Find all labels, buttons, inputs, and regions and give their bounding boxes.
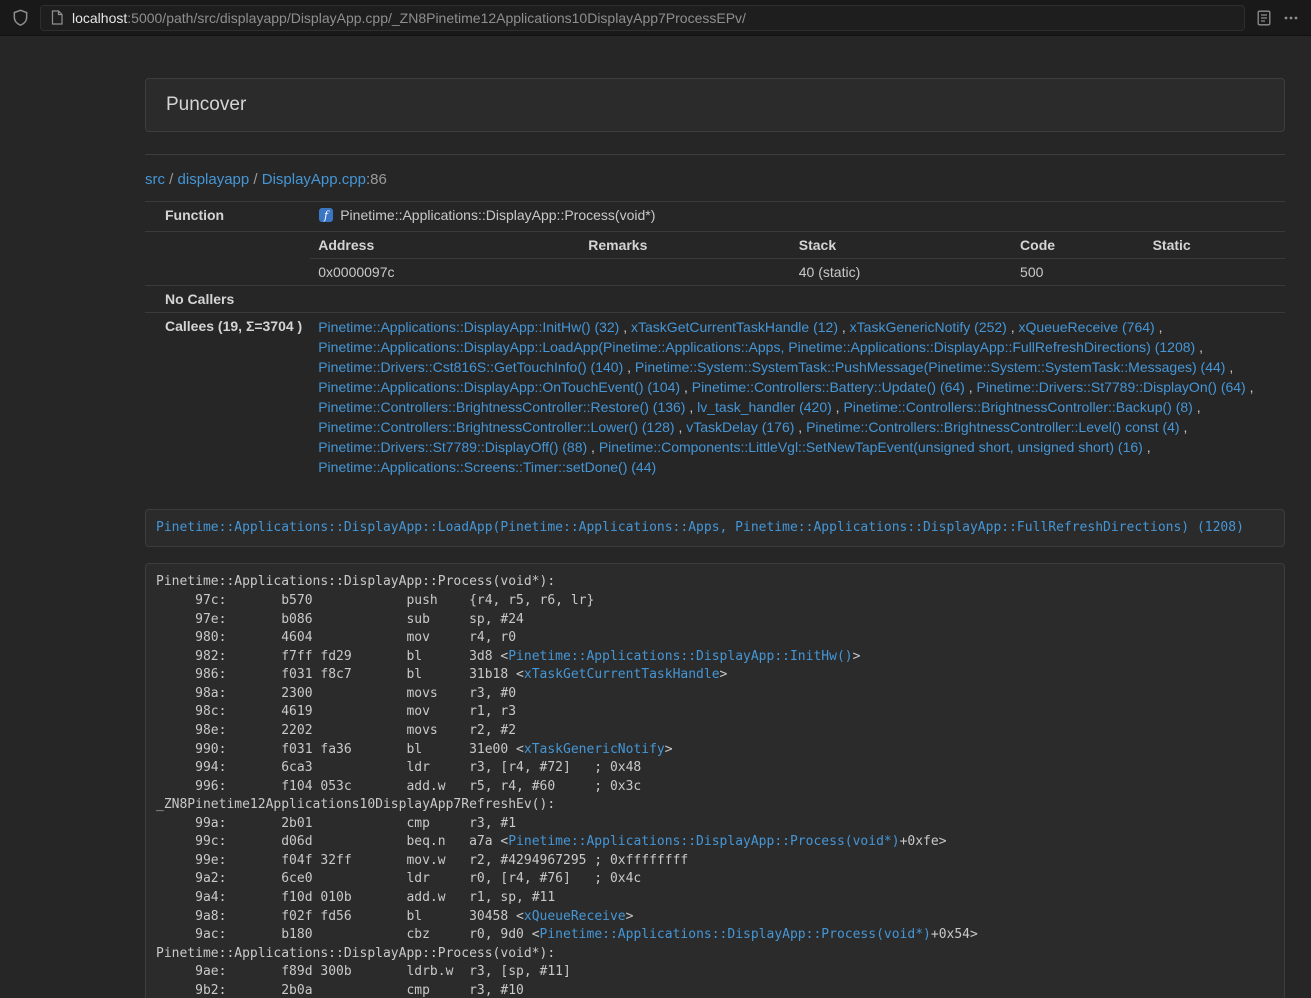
divider — [145, 154, 1285, 155]
callee-link[interactable]: lv_task_handler (420) — [697, 399, 832, 415]
callee-link[interactable]: Pinetime::Applications::DisplayApp::Init… — [318, 319, 619, 335]
callee-link[interactable]: Pinetime::System::SystemTask::PushMessag… — [635, 359, 1226, 375]
stats-cell: Address Remarks Stack Code Static 0x0000… — [310, 232, 1285, 286]
stat-stack: 40 (static) — [791, 259, 1012, 286]
selected-symbol-link[interactable]: Pinetime::Applications::DisplayApp::Load… — [156, 520, 1244, 535]
breadcrumb: src / displayapp / DisplayApp.cpp:86 — [145, 171, 1285, 188]
callee-link[interactable]: Pinetime::Applications::DisplayApp::OnTo… — [318, 379, 680, 395]
callee-link[interactable]: Pinetime::Drivers::St7789::DisplayOff() … — [318, 439, 587, 455]
col-code: Code — [1012, 232, 1145, 259]
function-row: Function f Pinetime::Applications::Displ… — [145, 202, 1285, 232]
stats-header-row: Address Remarks Stack Code Static — [310, 232, 1285, 259]
no-callers-cell — [310, 286, 1285, 313]
url-path: :5000/path/src/displayapp/DisplayApp.cpp… — [127, 10, 746, 26]
callee-link[interactable]: xQueueReceive (764) — [1019, 319, 1155, 335]
stat-code: 500 — [1012, 259, 1145, 286]
symbol-table: Function f Pinetime::Applications::Displ… — [145, 201, 1285, 483]
function-name: Pinetime::Applications::DisplayApp::Proc… — [340, 207, 655, 223]
code-symbol-link[interactable]: xQueueReceive — [524, 909, 626, 924]
callee-link[interactable]: Pinetime::Controllers::BrightnessControl… — [806, 419, 1179, 435]
function-row-label: Function — [145, 202, 310, 232]
url-bar[interactable]: localhost:5000/path/src/displayapp/Displ… — [40, 5, 1245, 31]
col-stack: Stack — [791, 232, 1012, 259]
col-remarks: Remarks — [580, 232, 791, 259]
breadcrumb-link[interactable]: src — [145, 171, 165, 188]
stats-row: 0x0000097c 40 (static) 500 — [310, 259, 1285, 286]
callees-list: Pinetime::Applications::DisplayApp::Init… — [310, 313, 1285, 483]
url-text: localhost:5000/path/src/displayapp/Displ… — [72, 10, 746, 26]
callee-link[interactable]: xTaskGenericNotify (252) — [850, 319, 1007, 335]
stat-address: 0x0000097c — [310, 259, 580, 286]
code-symbol-link[interactable]: Pinetime::Applications::DisplayApp::Init… — [508, 649, 852, 664]
breadcrumb-link[interactable]: DisplayApp.cpp — [262, 171, 366, 188]
no-callers-label: No Callers — [145, 286, 310, 313]
function-cell: f Pinetime::Applications::DisplayApp::Pr… — [310, 202, 1285, 232]
page-icon — [50, 10, 64, 25]
code-symbol-link[interactable]: xTaskGetCurrentTaskHandle — [524, 667, 720, 682]
page-title: Puncover — [166, 94, 1264, 116]
callee-link[interactable]: xTaskGetCurrentTaskHandle (12) — [631, 319, 838, 335]
no-callers-row: No Callers — [145, 286, 1285, 313]
callee-link[interactable]: Pinetime::Controllers::BrightnessControl… — [843, 399, 1192, 415]
breadcrumb-link[interactable]: displayapp — [178, 171, 250, 188]
stats-row-label — [145, 232, 310, 286]
col-address: Address — [310, 232, 580, 259]
callee-link[interactable]: vTaskDelay (176) — [686, 419, 794, 435]
callee-link[interactable]: Pinetime::Applications::DisplayApp::Load… — [318, 339, 1195, 355]
callee-link[interactable]: Pinetime::Applications::Screens::Timer::… — [318, 459, 656, 475]
stats-table: Address Remarks Stack Code Static 0x0000… — [310, 232, 1285, 285]
stats-outer-row: Address Remarks Stack Code Static 0x0000… — [145, 232, 1285, 286]
callee-link[interactable]: Pinetime::Components::LittleVgl::SetNewT… — [599, 439, 1143, 455]
callee-link[interactable]: Pinetime::Drivers::Cst816S::GetTouchInfo… — [318, 359, 623, 375]
code-symbol-link[interactable]: Pinetime::Applications::DisplayApp::Proc… — [508, 834, 899, 849]
callees-label: Callees (19, Σ=3704 ) — [145, 313, 310, 483]
menu-icon[interactable] — [1283, 10, 1299, 26]
stat-static — [1145, 259, 1285, 286]
selected-symbol-box: Pinetime::Applications::DisplayApp::Load… — [145, 509, 1285, 548]
callee-link[interactable]: Pinetime::Controllers::BrightnessControl… — [318, 399, 685, 415]
col-static: Static — [1145, 232, 1285, 259]
callee-link[interactable]: Pinetime::Drivers::St7789::DisplayOn() (… — [977, 379, 1246, 395]
code-symbol-link[interactable]: xTaskGenericNotify — [524, 742, 665, 757]
code-symbol-link[interactable]: Pinetime::Applications::DisplayApp::Proc… — [540, 927, 931, 942]
page-content: Puncover src / displayapp / DisplayApp.c… — [145, 78, 1285, 998]
url-host: localhost — [72, 10, 127, 26]
security-shield-icon[interactable] — [12, 9, 29, 26]
browser-toolbar: localhost:5000/path/src/displayapp/Displ… — [0, 0, 1311, 36]
disassembly: Pinetime::Applications::DisplayApp::Proc… — [145, 563, 1285, 998]
callee-link[interactable]: Pinetime::Controllers::Battery::Update()… — [692, 379, 965, 395]
callee-link[interactable]: Pinetime::Controllers::BrightnessControl… — [318, 419, 674, 435]
stat-remarks — [580, 259, 791, 286]
reader-view-icon[interactable] — [1256, 10, 1272, 26]
app-header-panel: Puncover — [145, 78, 1285, 132]
function-icon: f — [318, 207, 334, 226]
callees-row: Callees (19, Σ=3704 ) Pinetime::Applicat… — [145, 313, 1285, 483]
